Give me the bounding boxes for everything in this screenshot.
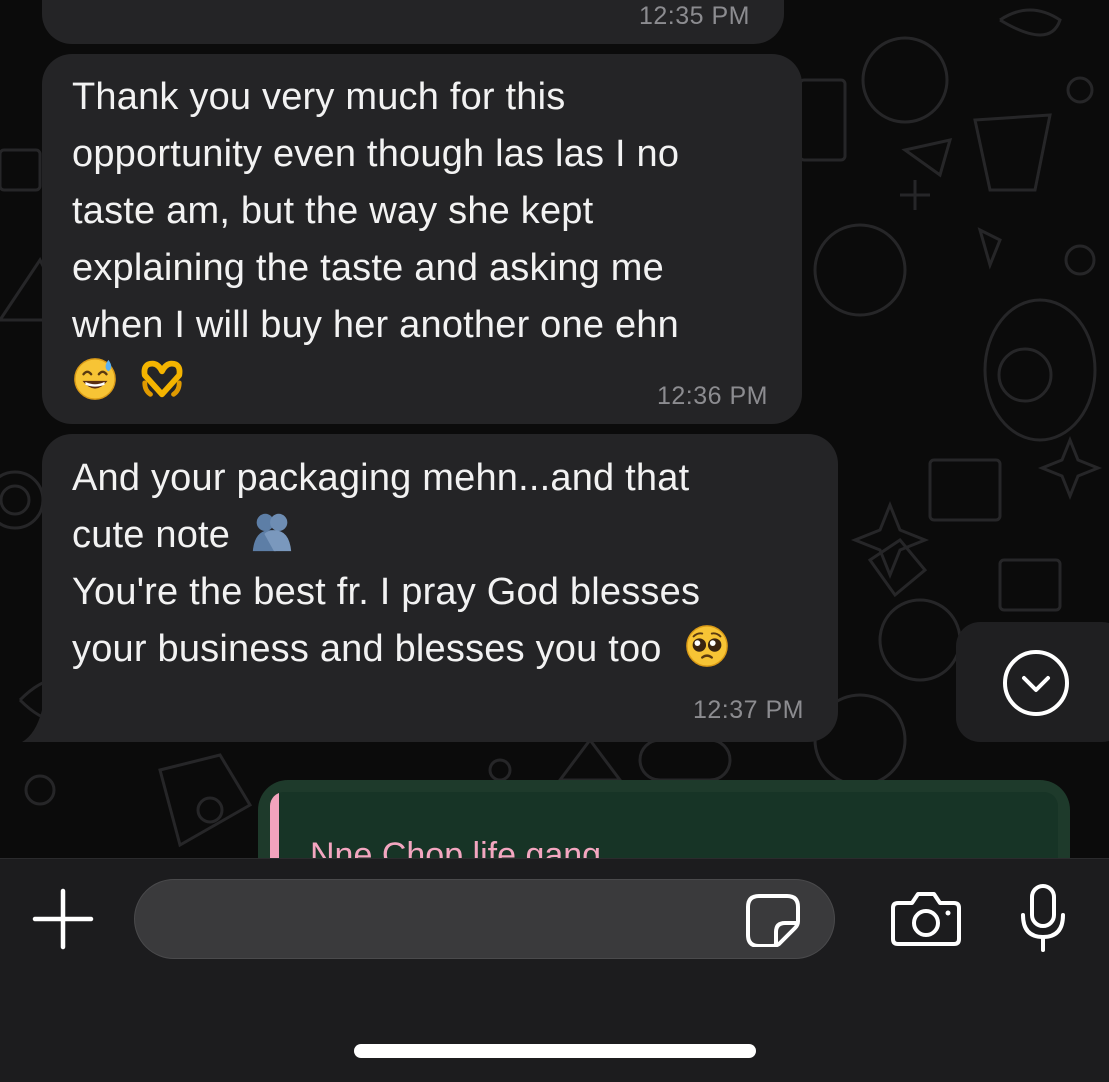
- message-line: your business and blesses you too: [72, 621, 730, 678]
- sweat-smile-emoji-icon: [74, 358, 116, 400]
- message-line-text: cute note: [72, 514, 231, 556]
- message-line: cute note: [72, 507, 730, 564]
- heart-hands-emoji-icon: [141, 360, 183, 398]
- pleading-face-emoji-icon: [686, 625, 729, 667]
- chat-area[interactable]: 12:35 PM Thank you very much for this op…: [0, 0, 1109, 858]
- chevron-down-circle-icon: [1003, 650, 1069, 716]
- message-timestamp: 12:35 PM: [638, 2, 750, 30]
- people-hugging-emoji-icon: [252, 513, 292, 552]
- message-line: explaining the taste and asking me: [72, 247, 664, 289]
- message-bubble-incoming[interactable]: Thank you very much for this opportunity…: [42, 54, 802, 424]
- plus-icon[interactable]: [32, 888, 94, 950]
- message-bubble-incoming[interactable]: 12:35 PM: [42, 0, 784, 44]
- message-line-text: your business and blesses you too: [72, 628, 662, 670]
- message-text: And your packaging mehn...and that cute …: [72, 450, 730, 678]
- microphone-icon[interactable]: [1017, 883, 1069, 953]
- quoted-message[interactable]: Nne Chop life gang: [270, 792, 1058, 858]
- bubble-tail: [22, 710, 42, 742]
- message-text: Thank you very much for this opportunity…: [72, 69, 679, 411]
- message-line: And your packaging mehn...and that: [72, 457, 690, 499]
- quote-author: Nne Chop life gang: [310, 836, 602, 858]
- message-line: taste am, but the way she kept: [72, 190, 594, 232]
- composer-bar: [0, 858, 1109, 1082]
- home-indicator[interactable]: [354, 1044, 756, 1058]
- message-timestamp: 12:37 PM: [692, 696, 804, 724]
- message-line: opportunity even though las las I no: [72, 133, 680, 175]
- message-input[interactable]: [134, 879, 835, 959]
- camera-icon[interactable]: [890, 891, 962, 947]
- message-bubble-incoming[interactable]: And your packaging mehn...and that cute …: [42, 434, 838, 742]
- message-bubble-outgoing[interactable]: Nne Chop life gang: [258, 780, 1070, 858]
- message-line: You're the best fr. I pray God blesses: [72, 571, 701, 613]
- message-line: Thank you very much for this: [72, 76, 566, 118]
- emoji-line: [72, 354, 679, 411]
- message-line: when I will buy her another one ehn: [72, 304, 679, 346]
- sticker-icon[interactable]: [745, 893, 801, 947]
- scroll-to-bottom-button[interactable]: [956, 622, 1109, 742]
- message-timestamp: 12:36 PM: [656, 382, 768, 410]
- quote-accent-bar: [270, 792, 279, 858]
